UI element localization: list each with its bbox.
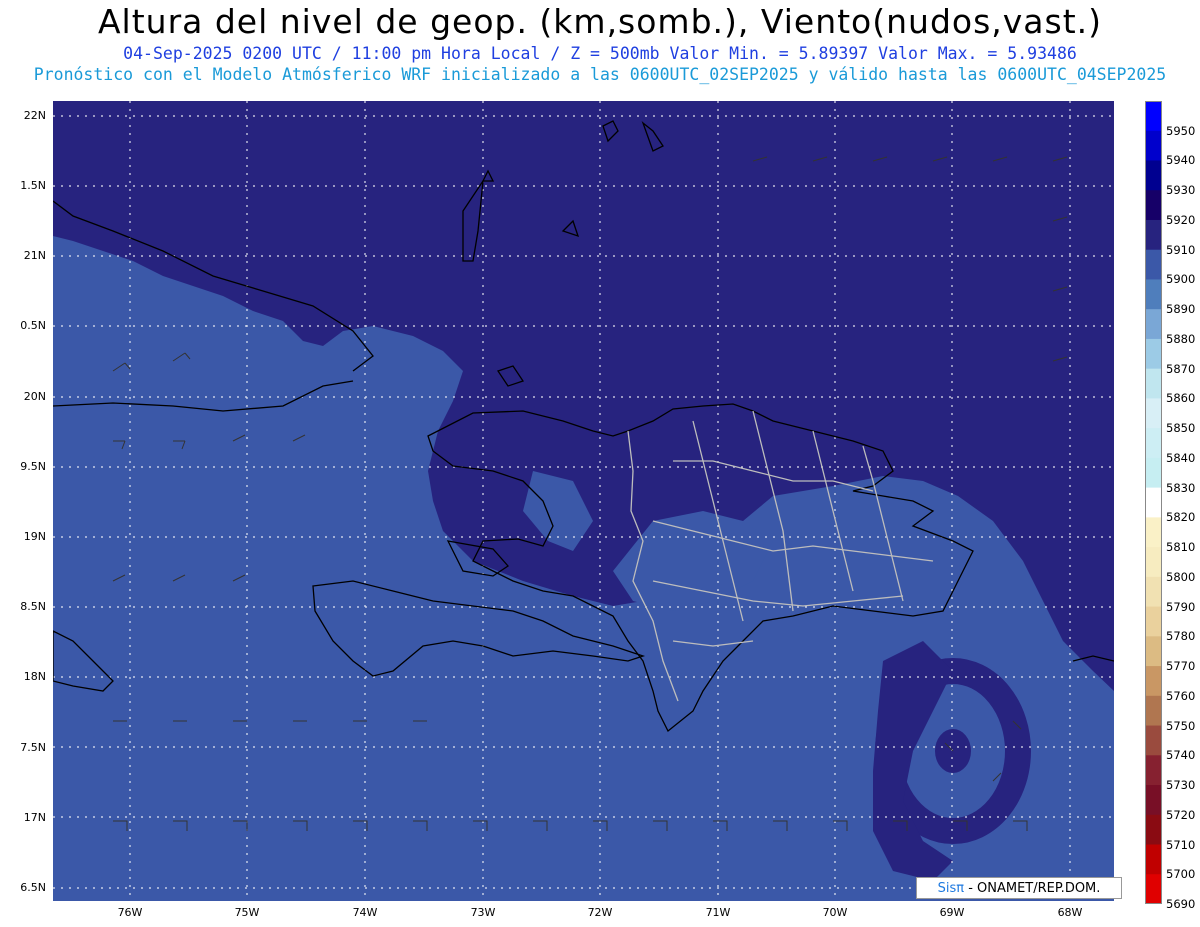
- credit-box: Sisπ - ONAMET/REP.DOM.: [916, 877, 1122, 899]
- lat-label-22n: 22N: [23, 109, 46, 122]
- colorbar-swatch: [1145, 249, 1162, 280]
- lon-label-70w: 70W: [822, 906, 848, 919]
- colorbar-level-label: 5910: [1166, 242, 1196, 257]
- map-title: Altura del nivel de geop. (km,somb.), Vi…: [97, 2, 1103, 41]
- lon-label-68w: 68W: [1057, 906, 1083, 919]
- colorbar-swatch: [1145, 636, 1162, 667]
- model-info-line: Pronóstico con el Modelo Atmósferico WRF…: [33, 65, 1167, 84]
- colorbar-swatch: [1145, 576, 1162, 608]
- colorbar-swatch: [1145, 338, 1162, 370]
- colorbar-swatch: [1145, 606, 1162, 637]
- colorbar-swatch: [1145, 874, 1162, 904]
- geopotential-map: [53, 101, 1114, 901]
- credit-org: - ONAMET/REP.DOM.: [964, 881, 1101, 896]
- colorbar-level-label: 5820: [1166, 510, 1196, 525]
- colorbar-swatch: [1145, 398, 1162, 429]
- lat-label-21.5n: 1.5N: [20, 179, 46, 192]
- colorbar-level-label: 5810: [1166, 540, 1196, 555]
- lat-label-16.5n: 6.5N: [20, 881, 46, 894]
- colorbar-level-label: 5750: [1166, 718, 1196, 733]
- lat-label-18n: 18N: [23, 670, 46, 683]
- colorbar-level-label: 5920: [1166, 212, 1196, 227]
- colorbar-level-label: 5700: [1166, 867, 1196, 882]
- colorbar-swatch: [1145, 844, 1162, 875]
- colorbar-swatch: [1145, 219, 1162, 251]
- colorbar-swatch: [1145, 755, 1162, 786]
- colorbar-swatch: [1145, 309, 1162, 340]
- colorbar-swatch: [1145, 695, 1162, 727]
- colorbar-level-label: 5840: [1166, 450, 1196, 465]
- lat-label-17n: 17N: [23, 811, 46, 824]
- lat-label-19n: 19N: [23, 530, 46, 543]
- lon-label-74w: 74W: [352, 906, 378, 919]
- colorbar-swatch: [1145, 428, 1162, 459]
- colorbar-swatch: [1145, 517, 1162, 548]
- colorbar-swatch: [1145, 785, 1162, 816]
- colorbar-level-label: 5850: [1166, 421, 1196, 436]
- colorbar-swatch: [1145, 279, 1162, 310]
- colorbar-level-label: 5690: [1166, 897, 1196, 911]
- colorbar-level-label: 5780: [1166, 629, 1196, 644]
- colorbar-level-label: 5950: [1166, 123, 1196, 138]
- lat-label-21n: 21N: [23, 249, 46, 262]
- colorbar-level-label: 5900: [1166, 272, 1196, 287]
- colorbar-swatch: [1145, 487, 1162, 518]
- lon-label-73w: 73W: [470, 906, 496, 919]
- lon-label-69w: 69W: [939, 906, 965, 919]
- colorbar-level-label: 5710: [1166, 837, 1196, 852]
- colorbar-level-label: 5740: [1166, 748, 1196, 763]
- colorbar-level-label: 5940: [1166, 153, 1196, 168]
- colorbar-swatch: [1145, 457, 1162, 489]
- lon-label-72w: 72W: [587, 906, 613, 919]
- credit-brand: Sisπ: [937, 881, 965, 896]
- colorbar-level-label: 5890: [1166, 302, 1196, 317]
- lon-label-75w: 75W: [234, 906, 260, 919]
- colorbar-level-label: 5720: [1166, 807, 1196, 822]
- colorbar-swatch: [1145, 190, 1162, 221]
- colorbar-swatch: [1145, 666, 1162, 697]
- colorbar-level-label: 5880: [1166, 331, 1196, 346]
- colorbar-level-label: 5800: [1166, 569, 1196, 584]
- colorbar-swatch: [1145, 160, 1162, 191]
- colorbar: [1145, 101, 1162, 904]
- lat-label-18.5n: 8.5N: [20, 600, 46, 613]
- colorbar-swatch: [1145, 101, 1162, 132]
- colorbar-level-label: 5830: [1166, 480, 1196, 495]
- colorbar-level-label: 5790: [1166, 599, 1196, 614]
- colorbar-level-label: 5930: [1166, 183, 1196, 198]
- lat-label-19.5n: 9.5N: [20, 460, 46, 473]
- colorbar-swatch: [1145, 725, 1162, 756]
- colorbar-swatch: [1145, 814, 1162, 846]
- colorbar-swatch: [1145, 547, 1162, 578]
- lat-label-20.5n: 0.5N: [20, 319, 46, 332]
- colorbar-level-label: 5860: [1166, 391, 1196, 406]
- colorbar-level-label: 5760: [1166, 688, 1196, 703]
- colorbar-level-label: 5730: [1166, 778, 1196, 793]
- colorbar-level-label: 5870: [1166, 361, 1196, 376]
- lat-label-17.5n: 7.5N: [20, 741, 46, 754]
- valid-time-line: 04-Sep-2025 0200 UTC / 11:00 pm Hora Loc…: [123, 44, 1077, 63]
- colorbar-swatch: [1145, 130, 1162, 161]
- lon-label-76w: 76W: [117, 906, 143, 919]
- lon-label-71w: 71W: [705, 906, 731, 919]
- colorbar-level-label: 5770: [1166, 659, 1196, 674]
- colorbar-swatch: [1145, 368, 1162, 399]
- lat-label-20n: 20N: [23, 390, 46, 403]
- map-canvas: [53, 101, 1114, 901]
